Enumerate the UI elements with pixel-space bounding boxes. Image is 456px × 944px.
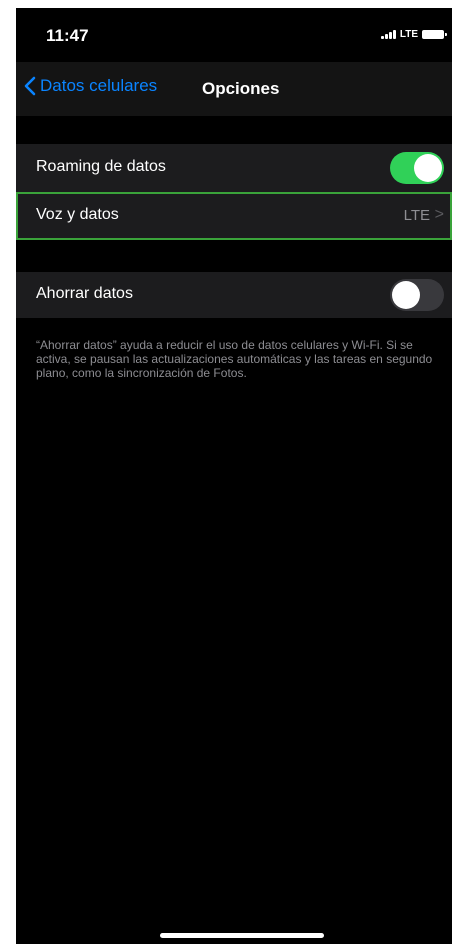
battery-icon [422,30,447,39]
voice-data-row[interactable]: Voz y datos LTE > [16,192,452,240]
back-label: Datos celulares [40,76,158,95]
home-indicator[interactable] [160,933,324,938]
toggle-knob [414,154,442,182]
low-data-description: “Ahorrar datos” ayuda a reducir el uso d… [36,338,433,380]
status-indicators: LTE [380,29,447,40]
low-data-row: Ahorrar datos [16,272,452,318]
settings-group-roaming: Roaming de datos Voz y datos LTE > [16,144,452,240]
status-time: 11:47 [46,26,89,45]
voice-data-label: Voz y datos [36,206,119,223]
network-type: LTE [399,29,418,40]
low-data-label: Ahorrar datos [36,285,133,302]
navigation-bar: Datos celulares Opciones [16,62,452,116]
toggle-knob [392,281,420,309]
page-title: Opciones [202,79,280,98]
roaming-row: Roaming de datos [16,144,452,193]
roaming-toggle[interactable] [390,152,444,184]
signal-bars-icon [380,30,396,39]
phone-screen: 11:47 LTE Datos celulares Opciones Roami… [16,8,452,944]
settings-group-low-data: Ahorrar datos [16,272,452,318]
voice-data-value: LTE [403,207,430,224]
roaming-label: Roaming de datos [36,158,166,175]
chevron-left-icon [24,76,36,96]
status-bar: 11:47 LTE [16,8,452,62]
back-button[interactable]: Datos celulares [24,76,157,96]
low-data-toggle[interactable] [390,279,444,311]
chevron-right-icon: > [434,206,444,223]
